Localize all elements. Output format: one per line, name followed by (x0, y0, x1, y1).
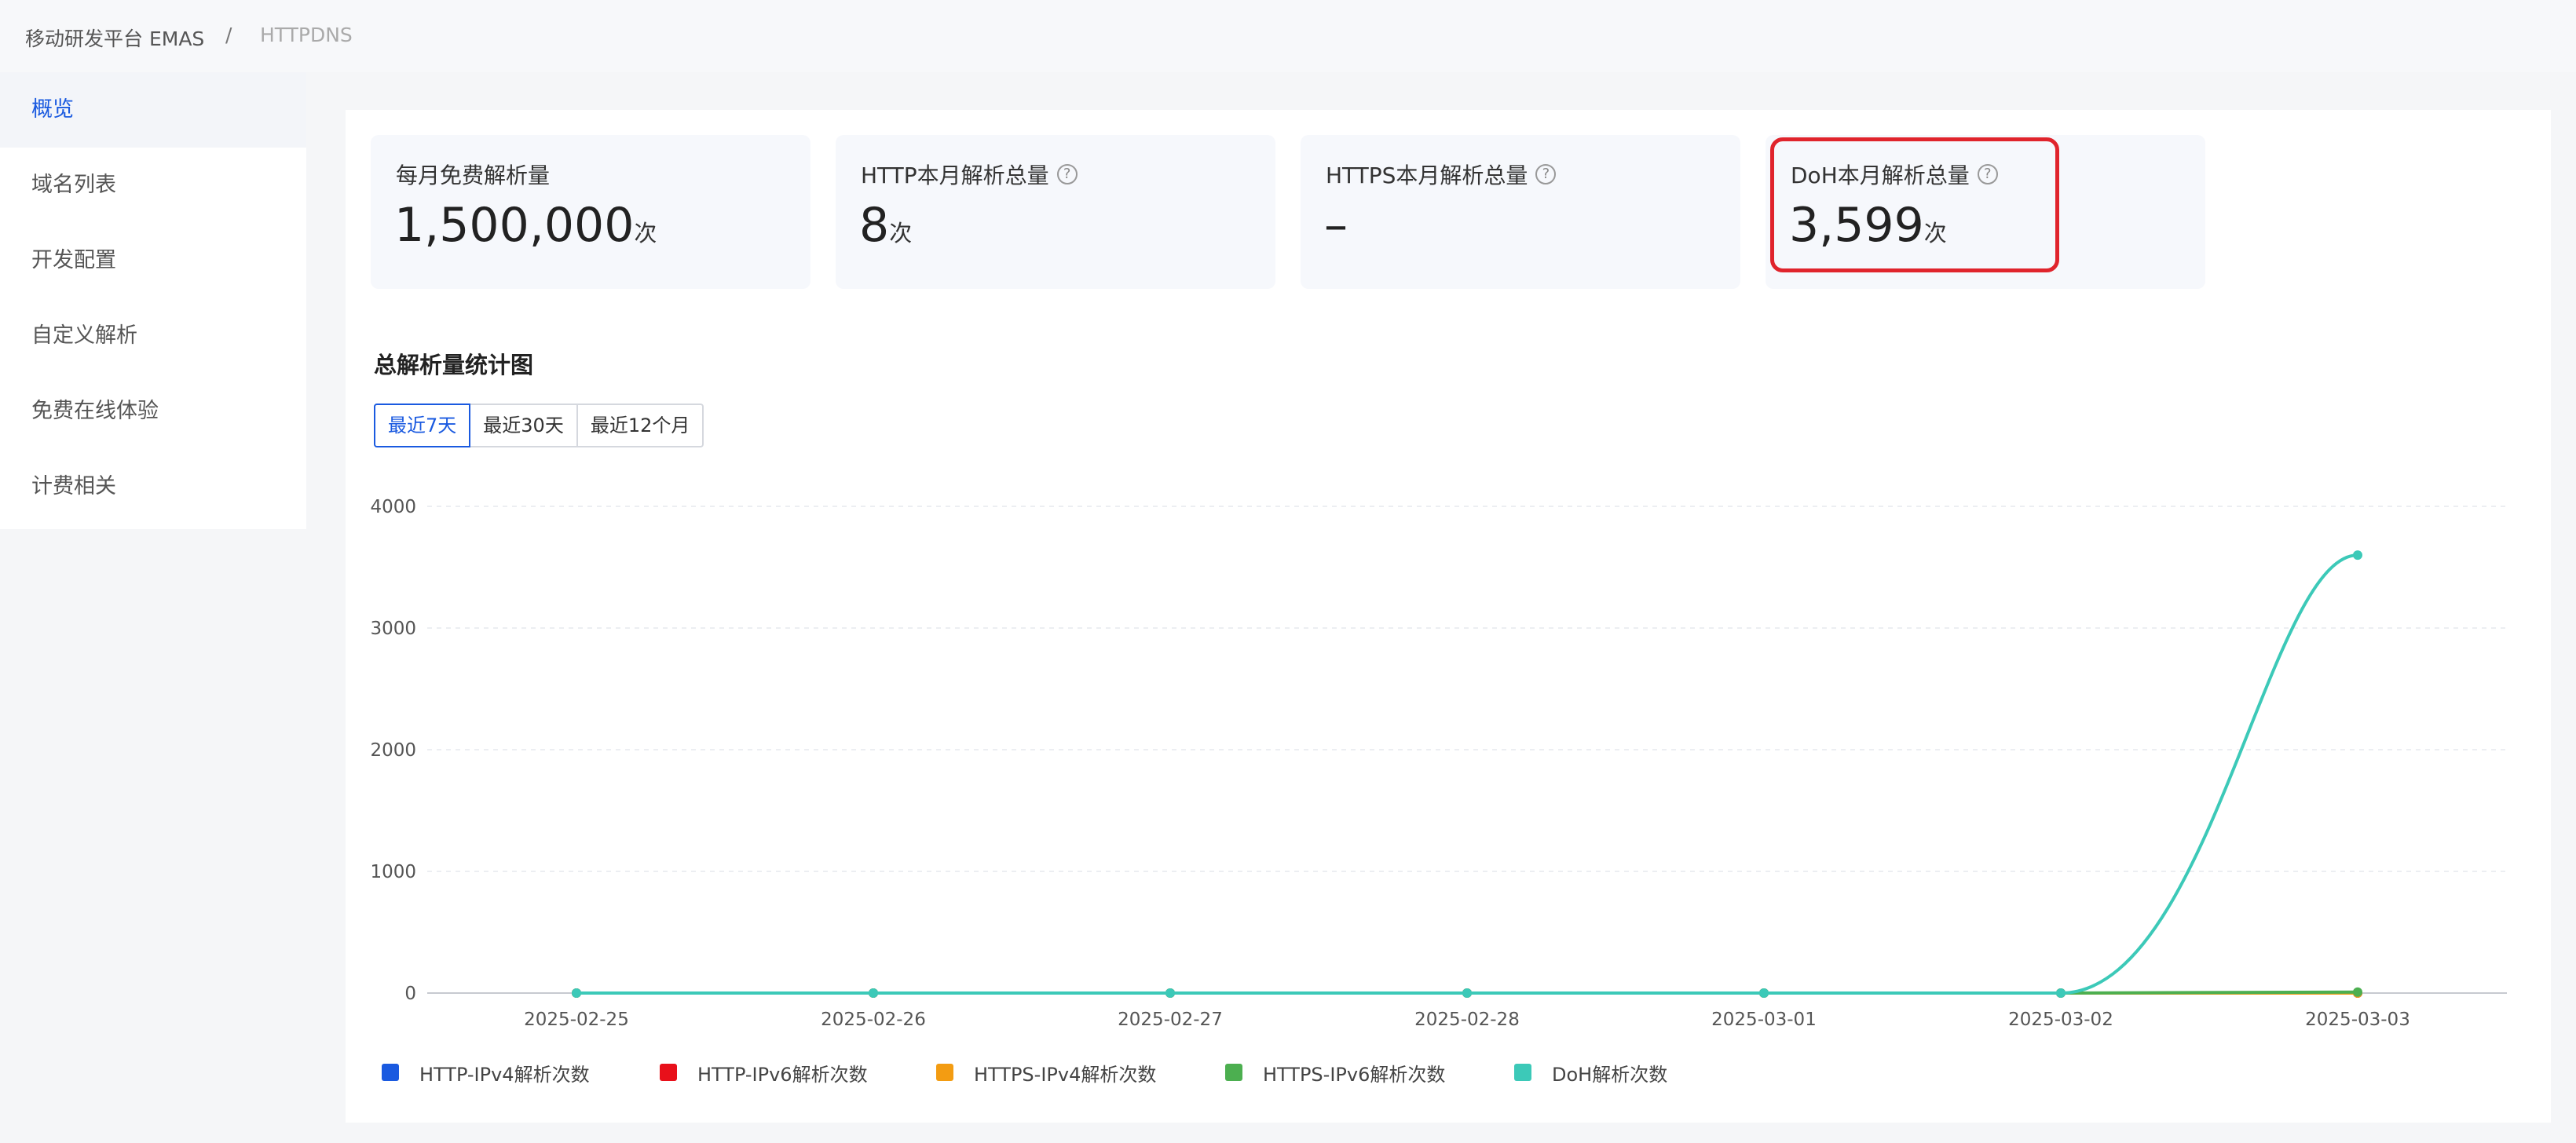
x-tick-label: 2025-03-02 (2008, 1010, 2113, 1030)
x-tick-label: 2025-03-03 (2305, 1010, 2410, 1030)
legend-swatch (936, 1064, 953, 1081)
legend-item[interactable]: HTTPS-IPv6解析次数 (1225, 1060, 1446, 1086)
legend-item[interactable]: HTTP-IPv6解析次数 (660, 1060, 868, 1086)
sidebar-item-custom-resolve[interactable]: 自定义解析 (0, 298, 306, 374)
breadcrumb-separator: / (225, 24, 232, 46)
legend-item[interactable]: HTTPS-IPv4解析次数 (936, 1060, 1157, 1086)
y-tick-label: 0 (404, 984, 416, 1004)
x-tick-label: 2025-02-26 (821, 1010, 926, 1030)
sidebar-item-dev-config[interactable]: 开发配置 (0, 223, 306, 298)
legend-item[interactable]: DoH解析次数 (1514, 1060, 1668, 1086)
legend-label: HTTP-IPv4解析次数 (419, 1063, 590, 1086)
legend-swatch (1514, 1064, 1531, 1081)
data-point (1165, 988, 1175, 998)
y-tick-label: 1000 (370, 862, 416, 882)
legend-label: HTTP-IPv6解析次数 (697, 1063, 868, 1086)
legend-label: HTTPS-IPv6解析次数 (1263, 1063, 1446, 1086)
x-tick-label: 2025-02-27 (1118, 1010, 1223, 1030)
data-point (2056, 988, 2066, 998)
resolution-line-chart: 0 1000 2000 3000 4000 2025-02-25 2025-02-26 202… (370, 497, 2507, 1030)
breadcrumb-current: HTTPDNS (260, 24, 353, 46)
y-tick-label: 3000 (370, 619, 416, 639)
x-tick-label: 2025-02-28 (1414, 1010, 1520, 1030)
sidebar: 概览 域名列表 开发配置 自定义解析 免费在线体验 计费相关 (0, 72, 306, 529)
legend-swatch (1225, 1064, 1242, 1081)
legend-label: HTTPS-IPv4解析次数 (974, 1063, 1157, 1086)
x-tick-label: 2025-03-01 (1711, 1010, 1817, 1030)
sidebar-item-overview[interactable]: 概览 (0, 72, 306, 148)
data-point (572, 988, 581, 998)
legend-swatch (382, 1064, 399, 1081)
y-tick-label: 4000 (370, 497, 416, 517)
breadcrumb-root-link[interactable]: 移动研发平台 EMAS (25, 24, 204, 52)
sidebar-item-domain-list[interactable]: 域名列表 (0, 148, 306, 223)
range-7-days-button[interactable]: 最近7天 (374, 404, 471, 447)
data-point (2353, 550, 2362, 561)
series-line (576, 553, 2358, 995)
legend-item[interactable]: HTTP-IPv4解析次数 (382, 1060, 590, 1086)
legend-swatch (660, 1064, 677, 1081)
top-bar: 移动研发平台 EMAS / HTTPDNS (0, 0, 2576, 72)
sidebar-item-free-trial[interactable]: 免费在线体验 (0, 374, 306, 449)
y-tick-label: 2000 (370, 740, 416, 761)
legend-label: DoH解析次数 (1552, 1063, 1668, 1086)
data-point (1759, 988, 1769, 998)
main-panel: 每月免费解析量 1,500,000次 HTTP本月解析总量? 8次 HTTPS本… (346, 110, 2551, 1123)
sidebar-item-billing[interactable]: 计费相关 (0, 449, 306, 524)
x-tick-label: 2025-02-25 (524, 1010, 629, 1030)
data-point (2353, 987, 2362, 997)
data-point (1462, 988, 1472, 998)
data-point (869, 988, 878, 998)
